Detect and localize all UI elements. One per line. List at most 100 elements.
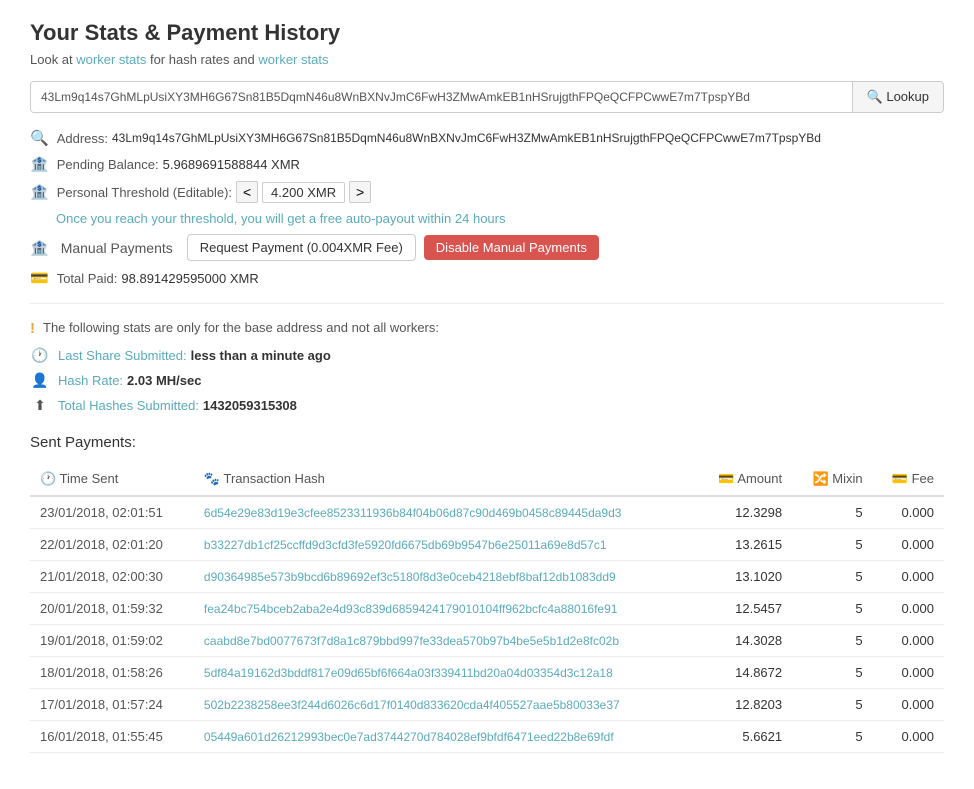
tx-hash-link[interactable]: 502b2238258ee3f244d6026c6d17f0140d833620… — [204, 698, 620, 712]
lookup-bar: 🔍 Lookup — [30, 81, 944, 113]
col-fee: 💳 Fee — [873, 463, 944, 496]
hash-rate-label: Hash Rate: — [58, 373, 123, 388]
cell-amount: 12.8203 — [696, 689, 792, 721]
cell-fee: 0.000 — [873, 496, 944, 529]
page-subtitle: Look at worker stats for hash rates and … — [30, 52, 944, 67]
pending-balance-icon: 🏦 — [30, 155, 49, 173]
pending-balance-row: 🏦 Pending Balance: 5.9689691588844 XMR — [30, 155, 944, 173]
hash-rate-row: 👤 Hash Rate: 2.03 MH/sec — [30, 372, 944, 389]
hash-rate-value: 2.03 MH/sec — [127, 373, 201, 388]
table-row: 21/01/2018, 02:00:30 d90364985e573b9bcd6b… — [30, 561, 944, 593]
threshold-controls: < 4.200 XMR > — [236, 181, 371, 203]
worker-stats-link-2[interactable]: worker stats — [258, 52, 328, 67]
table-row: 17/01/2018, 01:57:24 502b2238258ee3f244d6… — [30, 689, 944, 721]
cell-fee: 0.000 — [873, 657, 944, 689]
disable-manual-payments-button[interactable]: Disable Manual Payments — [424, 235, 599, 260]
address-icon: 🔍 — [30, 129, 49, 147]
cell-fee: 0.000 — [873, 593, 944, 625]
page-title: Your Stats & Payment History — [30, 20, 944, 46]
cell-tx-hash: 502b2238258ee3f244d6026c6d17f0140d833620… — [194, 689, 696, 721]
cell-amount: 12.5457 — [696, 593, 792, 625]
auto-payout-note: Once you reach your threshold, you will … — [56, 211, 944, 226]
address-row: 🔍 Address: 43Lm9q14s7GhMLpUsiXY3MH6G67Sn… — [30, 129, 944, 147]
cell-fee: 0.000 — [873, 529, 944, 561]
stats-note-text: The following stats are only for the bas… — [43, 320, 439, 335]
clock-col-icon: 🕐 — [40, 471, 60, 486]
last-share-row: 🕐 Last Share Submitted: less than a minu… — [30, 347, 944, 364]
cell-tx-hash: b33227db1cf25ccffd9d3cfd3fe5920fd6675db6… — [194, 529, 696, 561]
cell-time: 19/01/2018, 01:59:02 — [30, 625, 194, 657]
col-time-sent: 🕐 Time Sent — [30, 463, 194, 496]
cell-amount: 14.8672 — [696, 657, 792, 689]
stats-section: ! The following stats are only for the b… — [30, 320, 944, 414]
tx-hash-link[interactable]: d90364985e573b9bcd6b89692ef3c5180f8d3e0c… — [204, 570, 616, 584]
pending-balance-label: Pending Balance: — [57, 157, 159, 172]
cell-tx-hash: 05449a601d26212993bec0e7ad3744270d784028… — [194, 721, 696, 753]
threshold-icon: 🏦 — [30, 183, 49, 201]
table-row: 18/01/2018, 01:58:26 5df84a19162d3bddf817… — [30, 657, 944, 689]
auto-payout-link: will get a free auto-payout within 24 ho… — [266, 211, 506, 226]
payments-table: 🕐 Time Sent 🐾 Transaction Hash 💳 Amount … — [30, 463, 944, 753]
cell-tx-hash: 5df84a19162d3bddf817e09d65bf6f664a03f339… — [194, 657, 696, 689]
cell-time: 22/01/2018, 02:01:20 — [30, 529, 194, 561]
cell-tx-hash: fea24bc754bceb2aba2e4d93c839d68594241790… — [194, 593, 696, 625]
manual-payments-row: 🏦 Manual Payments Request Payment (0.004… — [30, 234, 944, 261]
table-row: 16/01/2018, 01:55:45 05449a601d26212993be… — [30, 721, 944, 753]
cell-fee: 0.000 — [873, 561, 944, 593]
sent-payments-title: Sent Payments: — [30, 434, 944, 451]
cell-time: 16/01/2018, 01:55:45 — [30, 721, 194, 753]
total-hashes-value: 1432059315308 — [203, 398, 297, 413]
manual-payments-icon: 🏦 — [30, 239, 49, 257]
total-paid-icon: 💳 — [30, 269, 49, 287]
total-paid-label: Total Paid: — [57, 271, 118, 286]
total-hashes-label: Total Hashes Submitted: — [58, 398, 199, 413]
col-mixin: 🔀 Mixin — [792, 463, 872, 496]
table-row: 22/01/2018, 02:01:20 b33227db1cf25ccffd9d… — [30, 529, 944, 561]
cell-time: 18/01/2018, 01:58:26 — [30, 657, 194, 689]
paw-col-icon: 🐾 — [204, 471, 224, 486]
cell-amount: 5.6621 — [696, 721, 792, 753]
cell-time: 21/01/2018, 02:00:30 — [30, 561, 194, 593]
cell-tx-hash: caabd8e7bd0077673f7d8a1c879bbd997fe33dea… — [194, 625, 696, 657]
request-payment-button[interactable]: Request Payment (0.004XMR Fee) — [187, 234, 416, 261]
cell-amount: 14.3028 — [696, 625, 792, 657]
tx-hash-link[interactable]: 05449a601d26212993bec0e7ad3744270d784028… — [204, 730, 614, 744]
threshold-more-button[interactable]: > — [349, 181, 371, 203]
cell-mixin: 5 — [792, 721, 872, 753]
tx-hash-link[interactable]: b33227db1cf25ccffd9d3cfd3fe5920fd6675db6… — [204, 538, 607, 552]
tx-hash-link[interactable]: 5df84a19162d3bddf817e09d65bf6f664a03f339… — [204, 666, 613, 680]
exclamation-icon: ! — [30, 320, 35, 337]
lookup-input[interactable] — [31, 82, 852, 112]
payments-table-body: 23/01/2018, 02:01:516d54e29e83d19e3cfee8… — [30, 496, 944, 753]
tx-hash-link[interactable]: 6d54e29e83d19e3cfee8523311936b84f04b06d8… — [204, 506, 622, 520]
table-row: 20/01/2018, 01:59:32 fea24bc754bceb2aba2e… — [30, 593, 944, 625]
cell-fee: 0.000 — [873, 721, 944, 753]
cell-amount: 12.3298 — [696, 496, 792, 529]
cell-mixin: 5 — [792, 529, 872, 561]
threshold-label: Personal Threshold (Editable): — [57, 185, 232, 200]
cell-mixin: 5 — [792, 496, 872, 529]
hash-rate-icon: 👤 — [30, 372, 50, 389]
manual-payments-label: Manual Payments — [61, 240, 173, 256]
cell-fee: 0.000 — [873, 625, 944, 657]
subtitle-prefix: Look at — [30, 52, 73, 67]
tx-hash-link[interactable]: caabd8e7bd0077673f7d8a1c879bbd997fe33dea… — [204, 634, 619, 648]
lookup-button[interactable]: 🔍 Lookup — [852, 82, 943, 112]
cell-mixin: 5 — [792, 625, 872, 657]
total-hashes-row: ⬆ Total Hashes Submitted: 1432059315308 — [30, 397, 944, 414]
cell-amount: 13.2615 — [696, 529, 792, 561]
mixin-col-icon: 🔀 — [812, 471, 832, 486]
tx-hash-link[interactable]: fea24bc754bceb2aba2e4d93c839d68594241790… — [204, 602, 618, 616]
total-paid-value: 98.891429595000 XMR — [121, 271, 258, 286]
worker-stats-link-1[interactable]: worker stats — [76, 52, 150, 67]
subtitle-middle: for hash rates and — [150, 52, 258, 67]
cell-time: 20/01/2018, 01:59:32 — [30, 593, 194, 625]
last-share-label: Last Share Submitted: — [58, 348, 187, 363]
amount-col-icon: 💳 — [718, 471, 737, 486]
cell-time: 17/01/2018, 01:57:24 — [30, 689, 194, 721]
cell-mixin: 5 — [792, 561, 872, 593]
table-header: 🕐 Time Sent 🐾 Transaction Hash 💳 Amount … — [30, 463, 944, 496]
threshold-less-button[interactable]: < — [236, 181, 258, 203]
cell-mixin: 5 — [792, 593, 872, 625]
last-share-value: less than a minute ago — [191, 348, 331, 363]
